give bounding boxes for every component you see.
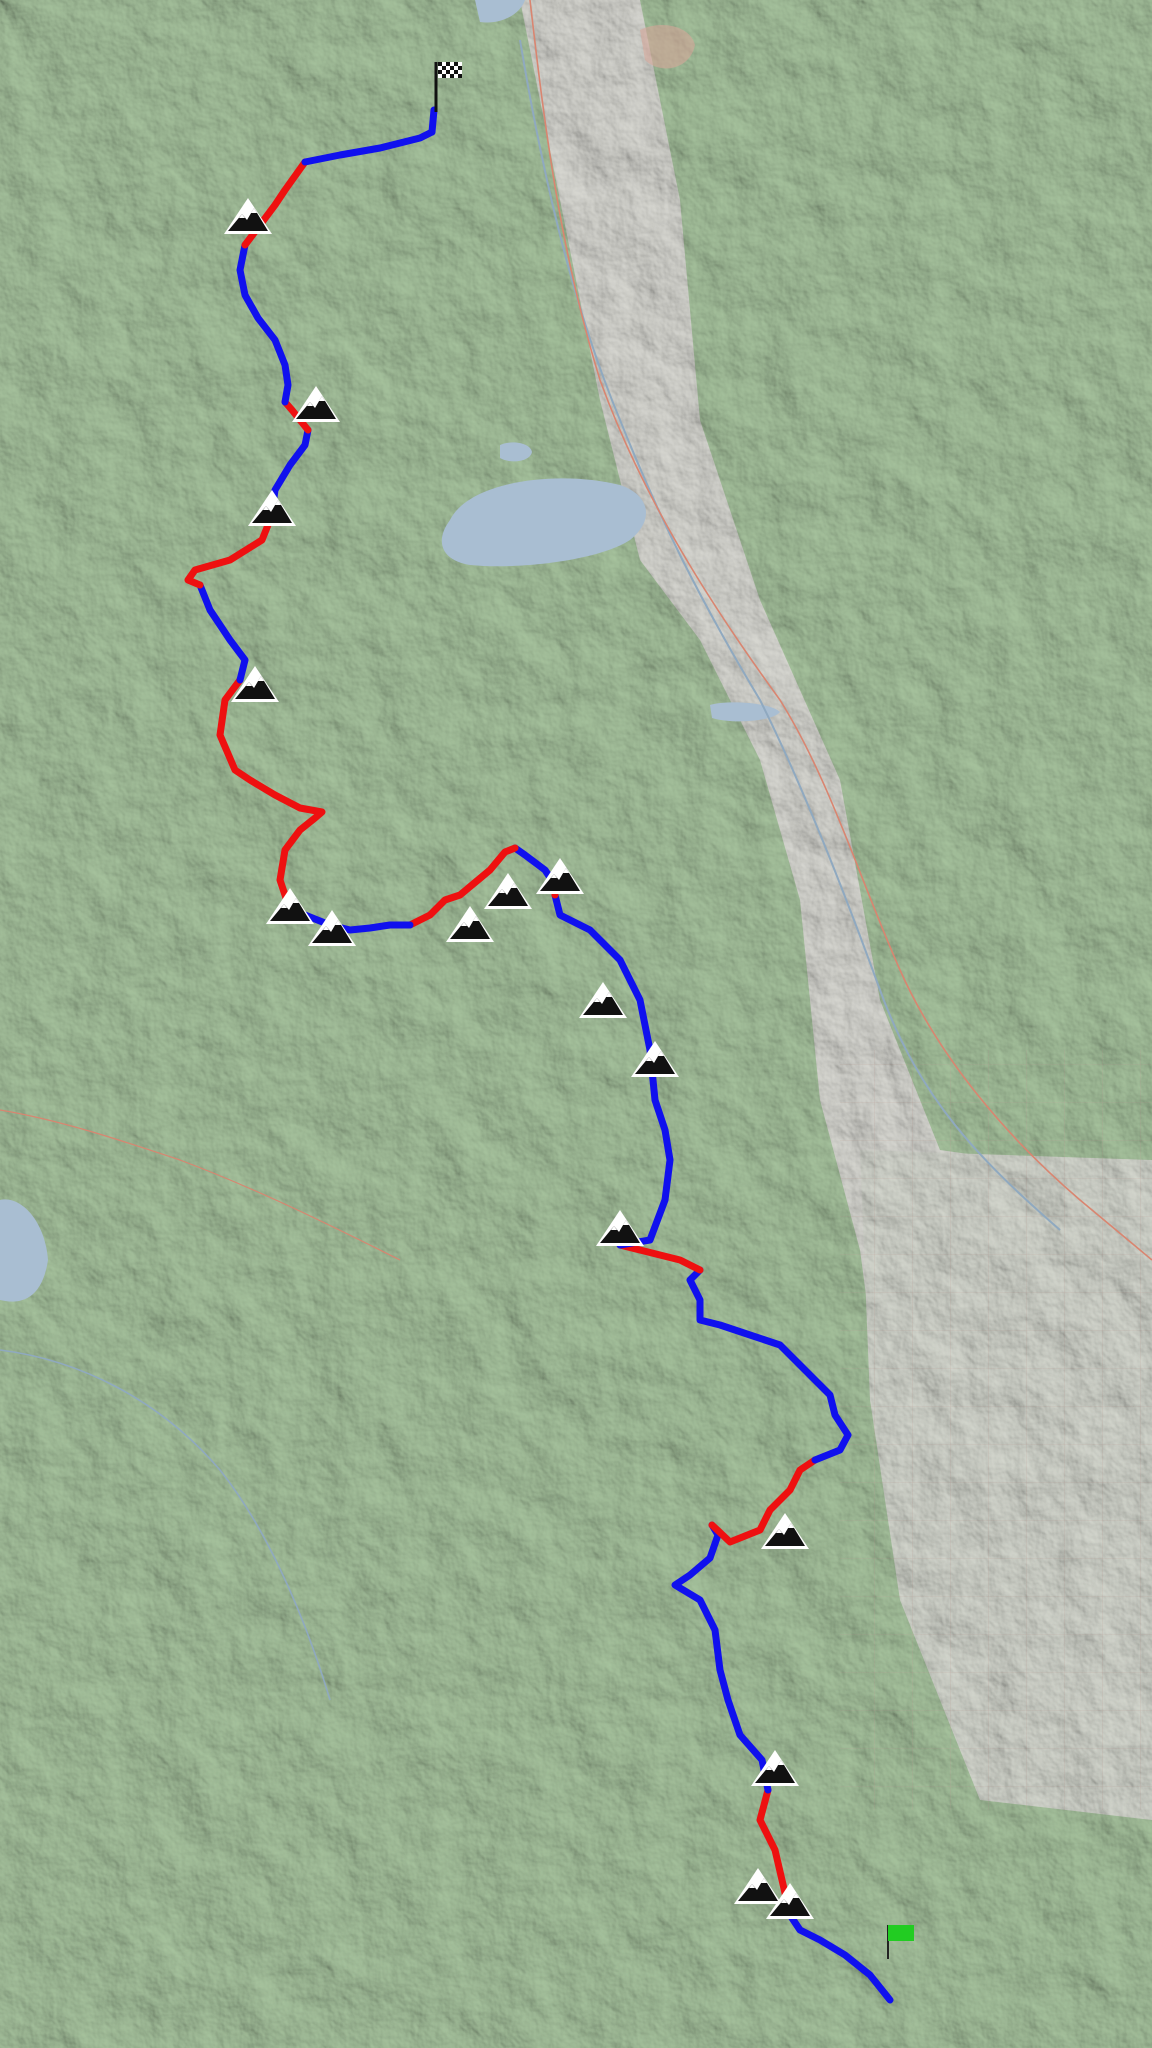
route-map[interactable]	[0, 0, 1152, 2048]
hillshade	[0, 0, 1152, 2048]
map-canvas[interactable]	[0, 0, 1152, 2048]
route-segment-blue[interactable]	[428, 106, 438, 136]
